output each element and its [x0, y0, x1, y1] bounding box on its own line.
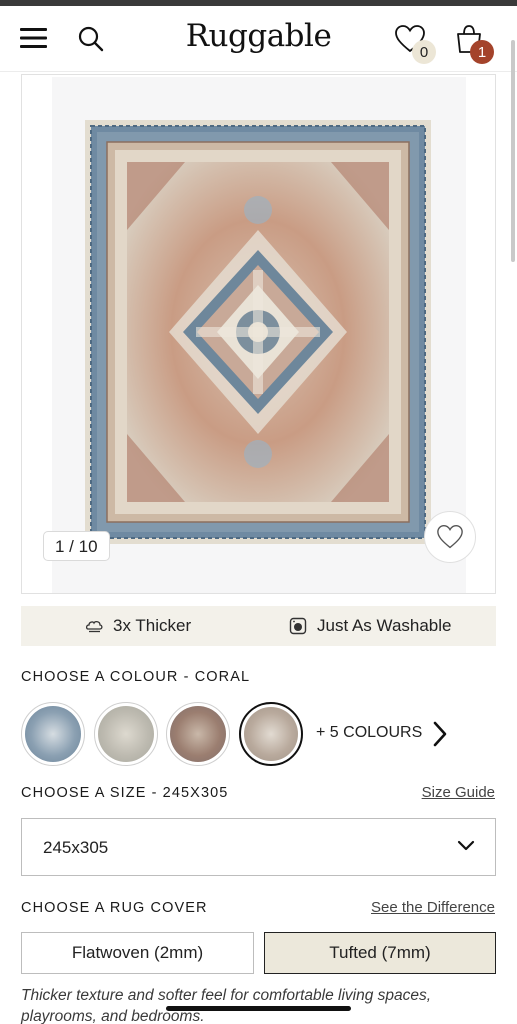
cart-count-badge: 1	[470, 40, 494, 64]
chevron-right-icon	[433, 721, 447, 747]
cloud-layers-icon	[85, 621, 103, 633]
colour-section-label: CHOOSE A COLOUR - CORAL	[21, 669, 251, 685]
colour-swatch-rust[interactable]	[166, 702, 230, 766]
selected-size-value: 245x305	[43, 838, 109, 857]
scrollbar[interactable]	[511, 40, 515, 262]
product-image-gallery[interactable]: 1 / 10	[21, 74, 496, 594]
colour-swatch-coral-selected[interactable]	[239, 702, 303, 766]
rug-product-image	[85, 120, 431, 544]
colour-swatch-blue[interactable]	[21, 702, 85, 766]
wishlist-count-badge: 0	[412, 40, 436, 64]
image-counter: 1 / 10	[43, 531, 110, 561]
cover-description: Thicker texture and softer feel for comf…	[21, 987, 432, 1024]
add-to-wishlist-button[interactable]	[424, 511, 476, 563]
cover-option-tufted-selected[interactable]: Tufted (7mm)	[264, 932, 496, 974]
washing-machine-icon	[289, 617, 307, 635]
size-dropdown[interactable]: 245x305	[21, 818, 496, 876]
site-header: Ruggable 0 1	[0, 6, 517, 72]
feature-washable: Just As Washable	[289, 616, 452, 636]
size-section-label: CHOOSE A SIZE - 245X305	[21, 785, 229, 801]
swatch-fill	[244, 707, 298, 761]
see-difference-link[interactable]: See the Difference	[371, 899, 495, 916]
feature-highlights: 3x Thicker Just As Washable	[21, 606, 496, 646]
swatch-fill	[170, 706, 226, 762]
home-indicator[interactable]	[166, 1006, 351, 1011]
heart-outline-icon	[437, 525, 463, 549]
next-colours-button[interactable]	[428, 718, 452, 750]
feature-thicker-label: 3x Thicker	[113, 616, 192, 635]
cart-button[interactable]: 1	[448, 20, 500, 66]
swatch-fill	[25, 706, 81, 762]
wishlist-button[interactable]: 0	[390, 20, 440, 66]
size-guide-link[interactable]: Size Guide	[422, 784, 495, 801]
feature-thicker: 3x Thicker	[85, 616, 191, 636]
more-colours-link[interactable]: + 5 COLOURS	[316, 724, 422, 742]
feature-washable-label: Just As Washable	[317, 616, 452, 635]
chevron-down-icon	[457, 840, 475, 851]
swatch-fill	[98, 706, 154, 762]
colour-swatch-grey[interactable]	[94, 702, 158, 766]
rug-cover-section-label: CHOOSE A RUG COVER	[21, 900, 208, 916]
cover-option-flatwoven[interactable]: Flatwoven (2mm)	[21, 932, 254, 974]
